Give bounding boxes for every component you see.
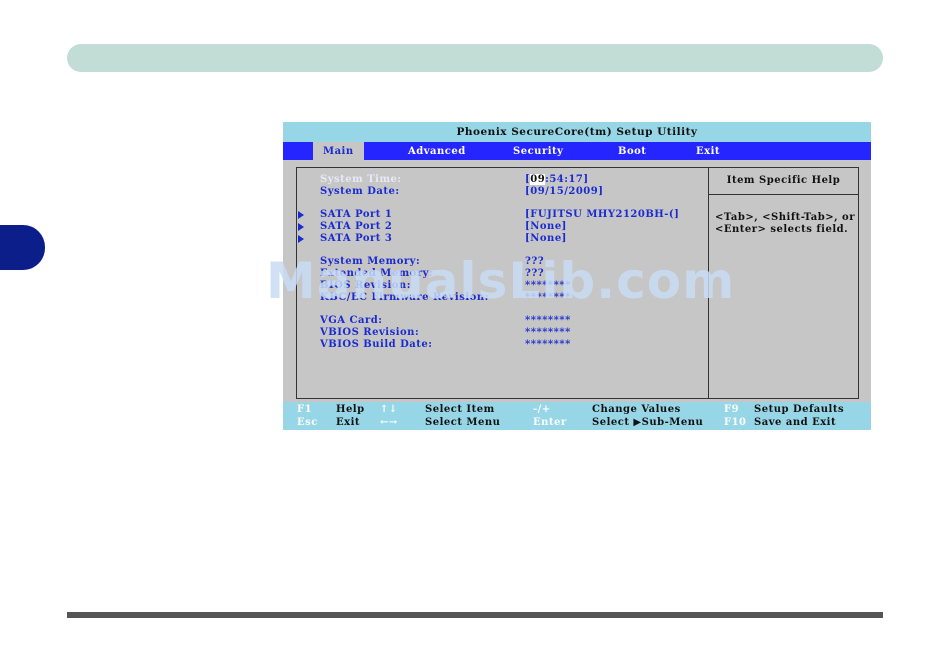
watermark: ManualsLib.com — [266, 252, 736, 310]
key-minus-plus: -/+ — [533, 404, 551, 415]
footer-rule — [67, 612, 883, 618]
system-date-label: System Date: — [320, 186, 400, 197]
key-updown: ↑↓ — [380, 404, 398, 415]
menu-main[interactable]: Main — [313, 142, 364, 160]
key-minus-plus-desc: Change Values — [592, 404, 681, 415]
vbios-revision-label: VBIOS Revision: — [320, 327, 420, 338]
vbios-build-date-value: ******** — [525, 339, 571, 350]
vbios-revision-value: ******** — [525, 327, 571, 338]
menu-security[interactable]: Security — [513, 142, 563, 160]
key-enter: Enter — [533, 417, 567, 428]
system-time-hour[interactable]: 09 — [530, 174, 546, 185]
menu-advanced[interactable]: Advanced — [408, 142, 466, 160]
key-leftright: ←→ — [380, 417, 398, 428]
sata-port-3-label[interactable]: SATA Port 3 — [320, 233, 392, 244]
bios-menu-bar: Main Advanced Security Boot Exit — [283, 142, 871, 160]
sata-port-2-value: [None] — [525, 221, 567, 232]
vbios-build-date-label: VBIOS Build Date: — [320, 339, 433, 350]
bios-title: Phoenix SecureCore(tm) Setup Utility — [283, 122, 871, 142]
key-f1: F1 — [297, 404, 313, 415]
system-time-label: System Time: — [320, 174, 402, 185]
page-header-bar — [67, 44, 883, 72]
key-legend: F1 Help ↑↓ Select Item -/+ Change Values… — [283, 402, 871, 430]
key-enter-desc: Select ▶Sub-Menu — [592, 417, 704, 428]
key-f9-desc: Setup Defaults — [754, 404, 845, 415]
key-esc: Esc — [297, 417, 318, 428]
help-text: <Tab>, <Shift-Tab>, or <Enter> selects f… — [715, 212, 855, 235]
menu-boot[interactable]: Boot — [618, 142, 646, 160]
submenu-arrow-icon — [298, 223, 304, 231]
sata-port-1-value: [FUJITSU MHY2120BH-(] — [525, 209, 680, 220]
key-f1-desc: Help — [336, 404, 365, 415]
chapter-tab — [0, 225, 45, 270]
help-heading: Item Specific Help — [709, 168, 858, 195]
key-f10-desc: Save and Exit — [754, 417, 837, 428]
vga-card-value: ******** — [525, 315, 571, 326]
key-leftright-desc: Select Menu — [425, 417, 501, 428]
submenu-arrow-icon — [298, 211, 304, 219]
system-date-value[interactable]: [09/15/2009] — [525, 186, 603, 197]
sata-port-2-label[interactable]: SATA Port 2 — [320, 221, 392, 232]
submenu-arrow-icon — [298, 235, 304, 243]
vga-card-label: VGA Card: — [320, 315, 383, 326]
sata-port-3-value: [None] — [525, 233, 567, 244]
menu-exit[interactable]: Exit — [696, 142, 720, 160]
key-updown-desc: Select Item — [425, 404, 495, 415]
sata-port-1-label[interactable]: SATA Port 1 — [320, 209, 392, 220]
system-time-value[interactable]: [09:54:17] — [525, 174, 589, 185]
key-f9: F9 — [724, 404, 740, 415]
key-f10: F10 — [724, 417, 747, 428]
key-esc-desc: Exit — [336, 417, 361, 428]
